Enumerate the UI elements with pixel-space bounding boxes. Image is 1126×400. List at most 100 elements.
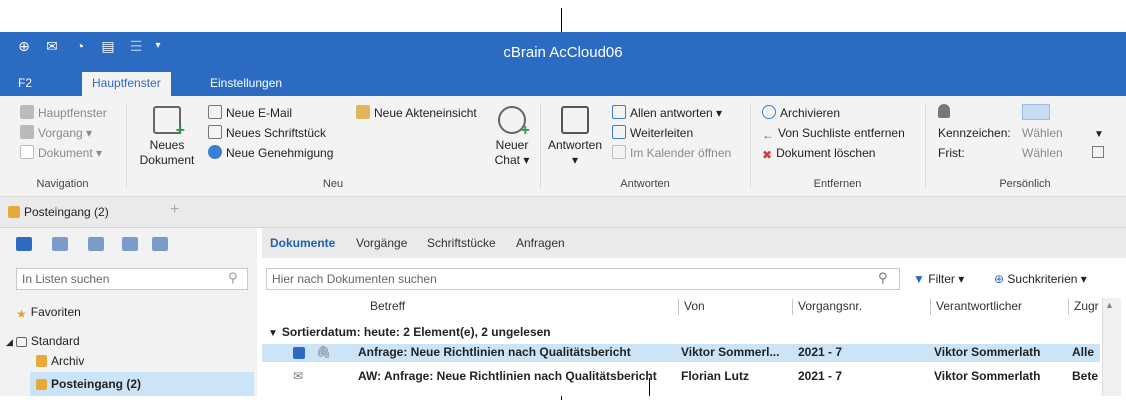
add-tab-icon[interactable]: + (170, 201, 179, 219)
envelope-icon: ✉ (293, 369, 304, 383)
file-access-icon (356, 105, 370, 119)
column-separator (930, 299, 931, 315)
posteingang-label: Posteingang (2) (51, 377, 142, 391)
allen-antworten-label: Allen antworten ▾ (630, 106, 723, 120)
case-tree-icon[interactable] (52, 237, 68, 251)
group-collapse-icon[interactable]: ▼ (268, 328, 278, 339)
cell-vorgangsnr: 2021 - 7 (798, 369, 843, 383)
subtab-vorgaenge[interactable]: Vorgänge (356, 236, 407, 250)
reply-icon (561, 106, 589, 134)
archive-box-icon (36, 355, 47, 367)
add-criteria-icon: ⊕ (994, 272, 1005, 286)
von-suchliste-button[interactable]: ← Von Suchliste entfernen (762, 124, 905, 142)
nav-dokument[interactable]: Dokument ▾ (20, 144, 102, 162)
frist-calendar-icon[interactable] (1092, 146, 1104, 158)
new-email-button[interactable]: Neue E-Mail (208, 104, 292, 122)
tree-item-standard[interactable]: ◢ Standard (6, 332, 80, 351)
letter-icon (208, 125, 222, 139)
mail-icon (208, 105, 222, 119)
suchkriterien-button[interactable]: ⊕ Suchkriterien ▾ (994, 272, 1087, 286)
cell-zugriff: Alle (1072, 345, 1095, 359)
dokument-loeschen-button[interactable]: ✖ Dokument löschen (762, 144, 875, 162)
new-chat-label-2: Chat ▾ (494, 153, 530, 167)
weiterleiten-label: Weiterleiten (630, 126, 694, 140)
antworten-button[interactable]: Antworten ▾ (545, 106, 605, 168)
weiterleiten-button[interactable]: Weiterleiten (612, 124, 693, 142)
tree-item-favoriten[interactable]: ★ Favoriten (16, 303, 81, 321)
filter-label: Filter ▾ (928, 272, 965, 286)
scrollbar[interactable] (1102, 298, 1121, 396)
home-icon (20, 105, 34, 119)
document-icon (20, 145, 34, 159)
tab-hauptfenster[interactable]: Hauptfenster (82, 72, 171, 96)
new-document-button[interactable]: + Neues Dokument (133, 106, 201, 168)
im-kalender-button[interactable]: Im Kalender öffnen (612, 144, 731, 162)
new-akteneinsicht-label: Neue Akteneinsicht (374, 106, 477, 120)
column-vorgangsnr[interactable]: Vorgangsnr. (798, 299, 862, 313)
list-search-input[interactable]: In Listen suchen (16, 268, 248, 290)
flag-icons[interactable] (1022, 104, 1050, 120)
archivieren-button[interactable]: Archivieren (762, 104, 840, 122)
group-navigation-label: Navigation (36, 178, 89, 190)
document-search-input[interactable]: Hier nach Dokumenten suchen (266, 268, 900, 290)
column-verantwortlicher[interactable]: Verantwortlicher (936, 299, 1022, 313)
kennzeichen-select[interactable]: Wählen (1022, 124, 1063, 142)
subtab-schriftstuecke[interactable]: Schriftstücke (427, 236, 496, 250)
nav-dokument-label: Dokument ▾ (38, 146, 103, 160)
nav-hauptfenster-label: Hauptfenster (38, 106, 107, 120)
column-separator (678, 299, 679, 315)
table-row[interactable]: 🖇 Anfrage: Neue Richtlinien nach Qualitä… (262, 344, 1100, 362)
document-search-icon[interactable]: ⚲ (878, 270, 888, 286)
case-icon (20, 125, 34, 139)
frist-select[interactable]: Wählen (1022, 144, 1063, 162)
subtab-anfragen[interactable]: Anfragen (516, 236, 565, 250)
attachment-icon: 🖇 (316, 345, 332, 359)
kennzeichen-label: Kennzeichen: (938, 126, 1011, 140)
frist-label: Frist: (938, 146, 965, 160)
new-chat-button[interactable]: + Neuer Chat ▾ (487, 106, 537, 168)
allen-antworten-button[interactable]: Allen antworten ▾ (612, 104, 722, 122)
table-row[interactable]: ✉ AW: Anfrage: Neue Richtlinien nach Qua… (262, 368, 1100, 386)
nav-vorgang[interactable]: Vorgang ▾ (20, 124, 92, 142)
column-betreff[interactable]: Betreff (370, 299, 405, 313)
filter-button[interactable]: ▼ Filter ▾ (913, 272, 964, 286)
column-separator (1068, 299, 1069, 315)
new-genehmigung-button[interactable]: Neue Genehmigung (208, 144, 333, 162)
app-title: cBrain AcCloud06 (503, 44, 623, 61)
column-zugriff[interactable]: Zugr (1074, 299, 1100, 313)
kennzeichen-dropdown-icon[interactable]: ▼ (1094, 126, 1104, 144)
person-icon (938, 104, 950, 118)
checkbox-icon[interactable] (293, 347, 305, 359)
contacts-icon[interactable] (122, 237, 138, 251)
folder-icon[interactable] (152, 237, 168, 251)
tab-posteingang[interactable]: Posteingang (2) (8, 202, 109, 222)
ribbon-separator (540, 104, 541, 188)
approval-icon (208, 145, 222, 159)
chat-icon: + (498, 106, 530, 139)
cell-vorgangsnr: 2021 - 7 (798, 345, 843, 359)
list-view-icon[interactable] (88, 237, 104, 251)
folder-standard-icon (15, 337, 27, 347)
tree-item-posteingang[interactable]: Posteingang (2) (30, 372, 254, 396)
cell-verantwortlicher: Viktor Sommerlath (934, 369, 1041, 383)
subtab-dokumente[interactable]: Dokumente (270, 236, 335, 250)
im-kalender-label: Im Kalender öffnen (630, 146, 732, 160)
filter-icon: ▼ (913, 272, 925, 286)
document-list-icon[interactable] (16, 237, 32, 251)
list-search-icon[interactable]: ⚲ (228, 270, 238, 286)
collapse-icon[interactable]: ◢ (6, 337, 13, 347)
scroll-up-icon[interactable]: ▲ (1105, 300, 1114, 310)
column-von[interactable]: Von (684, 299, 705, 313)
tree-item-archiv[interactable]: Archiv (36, 352, 84, 370)
new-schriftstueck-button[interactable]: Neues Schriftstück (208, 124, 326, 142)
tab-f2[interactable]: F2 (8, 72, 42, 96)
new-document-label-2: Dokument (139, 153, 195, 167)
forward-icon (612, 125, 626, 139)
group-antworten-label: Antworten (620, 178, 670, 190)
tab-einstellungen[interactable]: Einstellungen (200, 72, 292, 96)
new-akteneinsicht-button[interactable]: Neue Akteneinsicht (356, 104, 477, 122)
nav-hauptfenster[interactable]: Hauptfenster (20, 104, 107, 122)
group-header[interactable]: ▼ Sortierdatum: heute: 2 Element(e), 2 un… (268, 325, 551, 339)
group-neu-label: Neu (322, 178, 344, 190)
inbox-icon (8, 206, 20, 218)
